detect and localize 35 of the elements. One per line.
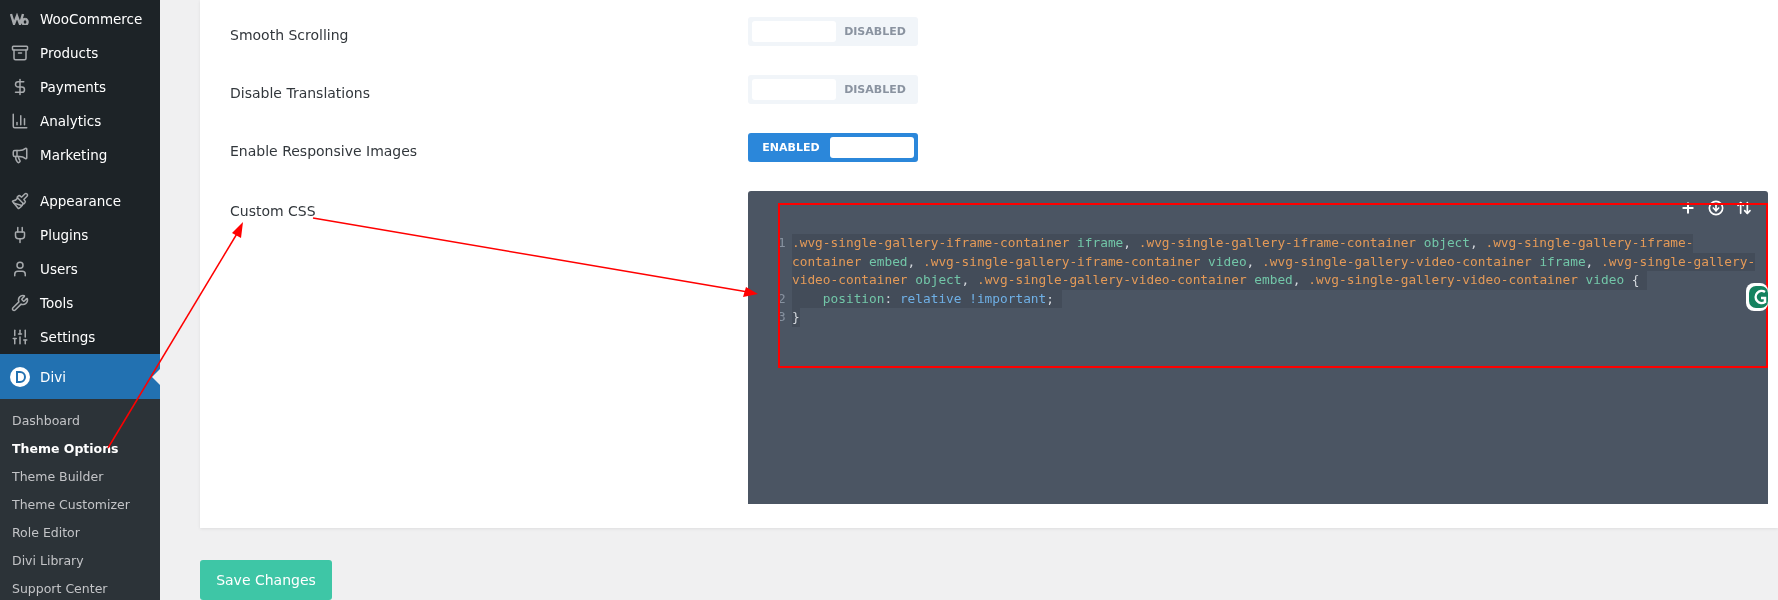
line-number: 1 [778, 234, 787, 252]
sidebar-item[interactable]: Settings [0, 320, 160, 354]
submenu-item[interactable]: Dashboard [0, 407, 160, 435]
user-icon [11, 260, 29, 278]
setting-label: Smooth Scrolling [230, 25, 350, 43]
sidebar-item[interactable]: Products [0, 36, 160, 70]
sliders-icon [11, 328, 29, 346]
setting-label: Disable Translations [230, 83, 371, 101]
submenu-item[interactable]: Theme Options [0, 435, 160, 463]
sidebar-item[interactable]: Users [0, 252, 160, 286]
zigzag-logo-icon [10, 13, 30, 25]
archive-icon [11, 44, 29, 62]
wrench-icon [11, 294, 29, 312]
sidebar-item[interactable]: WooCommerce [0, 2, 160, 36]
sidebar-item[interactable]: Marketing [0, 138, 160, 172]
setting-label: Custom CSS [230, 202, 317, 219]
sidebar-item[interactable]: Divi [0, 354, 160, 399]
extension-badge-icon [1746, 283, 1768, 311]
sidebar-item[interactable]: Appearance [0, 184, 160, 218]
submenu-item[interactable]: Divi Library [0, 547, 160, 575]
submenu-item[interactable]: Theme Customizer [0, 491, 160, 519]
submenu-item[interactable]: Support Center [0, 575, 160, 600]
circle-logo-icon [10, 366, 30, 387]
paintbrush-icon [11, 192, 29, 210]
setting-label: Enable Responsive Images [230, 141, 419, 159]
submenu-item[interactable]: Theme Builder [0, 463, 160, 491]
bar-chart-icon [11, 112, 29, 130]
circle-arrow-button[interactable] [1708, 200, 1724, 218]
sidebar-item[interactable]: Tools [0, 286, 160, 320]
toggle-switch[interactable]: ENABLED [748, 133, 918, 162]
sidebar-item[interactable]: Analytics [0, 104, 160, 138]
submenu-item[interactable]: Role Editor [0, 519, 160, 547]
sidebar-item[interactable]: Payments [0, 70, 160, 104]
sidebar-item[interactable]: Plugins [0, 218, 160, 252]
megaphone-icon [11, 146, 29, 164]
